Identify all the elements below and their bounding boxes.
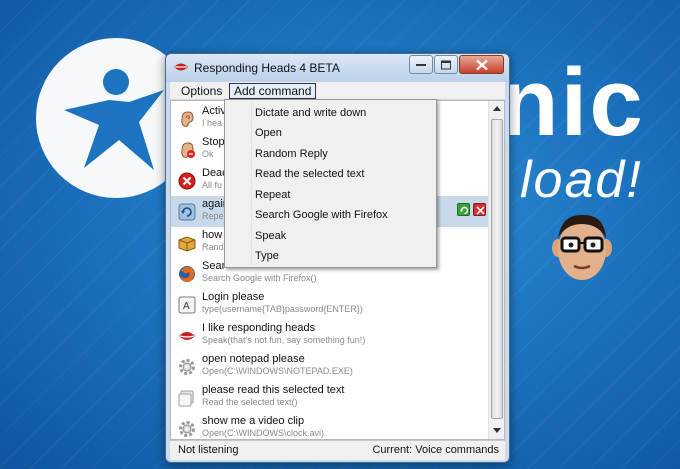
maximize-button[interactable]	[434, 55, 458, 74]
background-word: load!	[520, 151, 643, 209]
command-title: Sear	[202, 260, 226, 272]
status-bar: Not listening Current: Voice commands	[170, 440, 505, 460]
menu-options[interactable]: Options	[176, 83, 227, 99]
close-icon	[476, 206, 485, 215]
arrow-up-icon	[493, 106, 501, 111]
command-title: I like responding heads	[202, 322, 316, 334]
dropdown-item-repeat[interactable]: Repeat	[255, 185, 290, 205]
menu-bar: Options Add command	[170, 82, 505, 100]
list-item[interactable]: open notepad please Open(C:\WINDOWS\NOTE…	[171, 351, 489, 382]
dropdown-item-dictate[interactable]: Dictate and write down	[255, 103, 366, 123]
maximize-icon	[441, 60, 451, 69]
mascot-head-icon	[552, 214, 612, 280]
command-title: show me a video clip	[202, 415, 305, 427]
command-action: Repe	[202, 211, 224, 221]
ear-icon	[181, 111, 194, 127]
command-action: Open(C:\WINDOWS\NOTEPAD.EXE)	[202, 366, 353, 376]
close-button[interactable]	[459, 55, 504, 74]
delete-command-button[interactable]	[473, 203, 486, 216]
dropdown-item-search-google[interactable]: Search Google with Firefox	[255, 205, 388, 225]
lips-icon	[174, 63, 188, 71]
star-figure-icon	[64, 69, 164, 170]
command-action: Search Google with Firefox()	[202, 273, 317, 283]
dropdown-item-random-reply[interactable]: Random Reply	[255, 144, 328, 164]
close-icon	[475, 59, 488, 70]
dropdown-item-speak[interactable]: Speak	[255, 226, 286, 246]
gear-icon	[179, 359, 195, 375]
scroll-thumb[interactable]	[491, 119, 503, 419]
edit-command-button[interactable]	[457, 203, 470, 216]
command-action: Ok	[202, 149, 214, 159]
type-icon: A	[178, 296, 196, 314]
command-action: I hea	[202, 118, 223, 128]
command-action: Read the selected text()	[202, 397, 298, 407]
command-action: Rand	[202, 242, 224, 252]
menu-gutter-divider	[251, 102, 252, 265]
command-action: type(username{TAB}password{ENTER})	[202, 304, 363, 314]
ear-stop-icon	[181, 142, 195, 158]
firefox-icon	[179, 266, 195, 282]
read-text-icon	[178, 390, 194, 407]
gear-icon	[179, 421, 195, 437]
background-word: nic	[500, 49, 645, 156]
scroll-up-button[interactable]	[489, 101, 504, 117]
command-title: please read this selected text	[202, 384, 345, 396]
current-mode-status: Current: Voice commands	[372, 444, 499, 456]
vertical-scrollbar[interactable]	[488, 101, 504, 439]
command-title: Activ	[202, 105, 226, 117]
add-command-dropdown: Dictate and write down Open Random Reply…	[224, 99, 437, 268]
refresh-icon	[460, 206, 469, 215]
list-item[interactable]: show me a video clip Open(C:\WINDOWS\clo…	[171, 413, 489, 439]
repeat-icon	[178, 203, 196, 221]
svg-text:A: A	[183, 301, 190, 312]
lips-icon	[179, 332, 195, 340]
command-title: Stop	[202, 136, 225, 148]
command-title: Login please	[202, 291, 265, 303]
list-item[interactable]: please read this selected text Read the …	[171, 382, 489, 413]
title-bar[interactable]: Responding Heads 4 BETA	[166, 54, 509, 82]
listening-status: Not listening	[178, 444, 239, 456]
minimize-icon	[416, 63, 426, 66]
dropdown-item-read-selected[interactable]: Read the selected text	[255, 164, 364, 184]
command-title: open notepad please	[202, 353, 305, 365]
scroll-down-button[interactable]	[489, 423, 504, 439]
box-icon	[178, 236, 196, 252]
menu-add-command[interactable]: Add command	[229, 83, 317, 99]
command-action: Open(C:\WINDOWS\clock.avi)	[202, 428, 325, 438]
dropdown-item-type[interactable]: Type	[255, 246, 279, 266]
command-title: how	[202, 229, 223, 241]
arrow-down-icon	[493, 428, 501, 433]
dropdown-item-open[interactable]: Open	[255, 123, 282, 143]
list-item[interactable]: A Login please type(username{TAB}passwor…	[171, 289, 489, 320]
command-action: Speak(that's not fun, say something fun!…	[202, 335, 366, 345]
deactivate-icon	[178, 172, 196, 190]
window-title: Responding Heads 4 BETA	[194, 61, 340, 75]
command-action: All fu	[202, 180, 223, 190]
minimize-button[interactable]	[409, 55, 433, 74]
list-item[interactable]: I like responding heads Speak(that's not…	[171, 320, 489, 351]
